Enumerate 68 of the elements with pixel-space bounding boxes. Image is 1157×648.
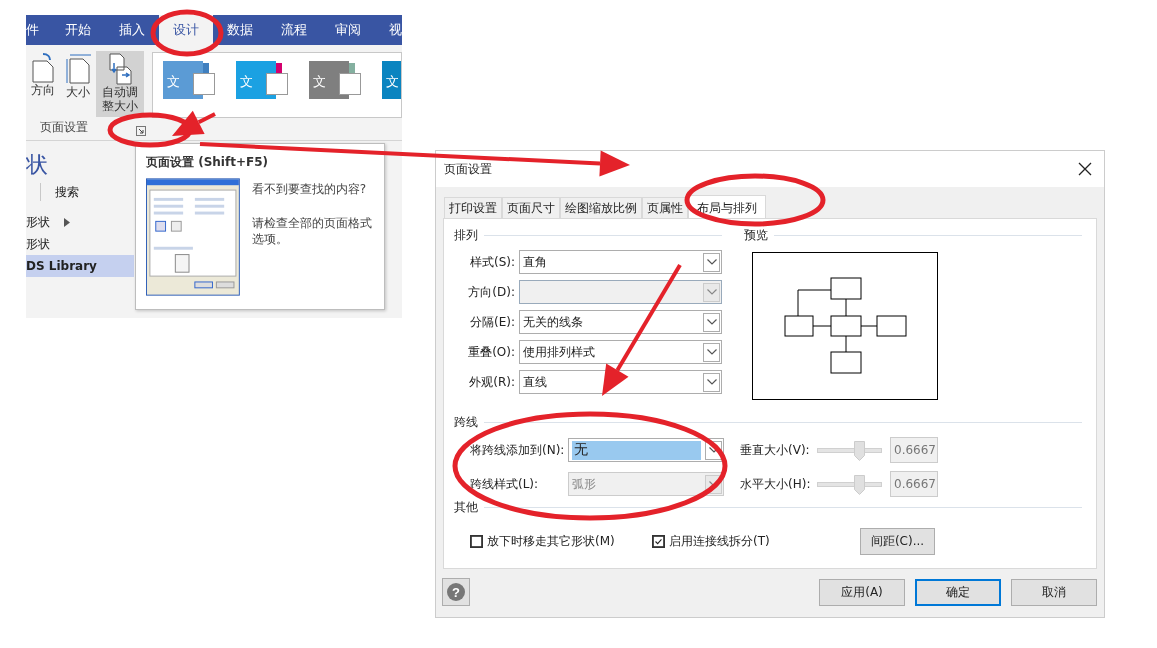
autofit-page-icon — [107, 53, 132, 85]
slider-thumb[interactable] — [853, 474, 865, 495]
section-heading: 预览 — [744, 227, 768, 244]
ribbon-button[interactable]: 自动调整大小 — [95, 51, 144, 117]
slider-thumb[interactable] — [853, 440, 865, 461]
section-heading: 排列 — [454, 227, 478, 244]
dialog-tab[interactable]: 绘图缩放比例 — [560, 197, 642, 218]
checkbox-icon[interactable] — [470, 535, 483, 548]
number-field[interactable]: 0.6667 — [890, 437, 938, 463]
field-label: 跨线样式(L): — [470, 475, 540, 493]
checkbox[interactable]: 启用连接线拆分(T) — [652, 533, 860, 550]
ribbon-tab[interactable]: 视 — [375, 15, 402, 45]
tooltip-text: 看不到要查找的内容? — [251, 181, 368, 197]
ribbon-button[interactable]: 方向 — [26, 51, 61, 117]
dialog-button[interactable]: 取消 — [1011, 578, 1097, 606]
field-label: 样式(S): — [468, 253, 515, 271]
chevron-down-icon — [706, 259, 717, 265]
field-label: 将跨线添加到(N): — [470, 441, 566, 459]
annotation-arrow — [172, 110, 216, 136]
dialog-tab[interactable]: 页属性 — [642, 197, 688, 218]
chevron-down-icon — [706, 349, 717, 355]
field-label: 方向(D): — [467, 283, 515, 301]
tooltip-text: 请检查全部的页面格式选项。 — [251, 215, 373, 247]
field-label: 分隔(E): — [469, 313, 515, 331]
dialog-tab[interactable]: 页面尺寸 — [502, 197, 560, 218]
checkbox[interactable]: 放下时移走其它形状(M) — [470, 533, 652, 550]
dialog-tab[interactable]: 打印设置 — [444, 197, 502, 218]
orientation-icon — [31, 53, 56, 83]
dropdown[interactable]: 无关的线条 — [519, 310, 722, 334]
dropdown[interactable]: 直角 — [519, 250, 722, 274]
ribbon-tab[interactable]: 审阅 — [321, 15, 375, 45]
pane-title: 状 — [26, 151, 48, 179]
chevron-down-icon — [706, 289, 717, 295]
field-label: 外观(R): — [468, 373, 515, 391]
dialog-title: 页面设置 — [444, 160, 492, 178]
ribbon-tab[interactable]: 流程 — [267, 15, 321, 45]
section-heading: 其他 — [454, 499, 478, 516]
page-size-icon — [65, 53, 92, 85]
dialog-tab[interactable]: 布局与排列 — [688, 195, 766, 218]
field-label: 垂直大小(V): — [740, 441, 811, 459]
ribbon-tab[interactable]: 件 — [26, 15, 51, 45]
search-tab[interactable]: 搜索 — [55, 183, 79, 201]
field-label: 重叠(O): — [467, 343, 515, 361]
dropdown[interactable]: 直线 — [519, 370, 722, 394]
close-icon[interactable] — [1078, 162, 1092, 176]
stencil-item[interactable]: DS Library — [26, 255, 134, 277]
group-label: 页面设置 — [40, 119, 88, 136]
spacing-button[interactable]: 间距(C)... — [860, 528, 935, 555]
checkbox-icon[interactable] — [652, 535, 665, 548]
tooltip-title: 页面设置 (Shift+F5) — [146, 154, 269, 171]
expand-arrow-icon — [64, 217, 70, 227]
dialog-launcher-icon[interactable] — [136, 126, 146, 136]
field-label: 水平大小(H): — [740, 475, 812, 493]
ribbon-tab[interactable]: 数据 — [213, 15, 267, 45]
ribbon-tab[interactable]: 设计 — [159, 15, 213, 45]
ribbon-tab[interactable]: 插入 — [105, 15, 159, 45]
stencil-item[interactable]: 形状 — [26, 211, 146, 233]
ribbon-button[interactable]: 大小 — [60, 51, 96, 117]
section-heading: 跨线 — [454, 414, 478, 431]
chevron-down-icon — [706, 379, 717, 385]
dropdown[interactable]: 使用排列样式 — [519, 340, 722, 364]
chevron-down-icon — [706, 319, 717, 325]
help-button[interactable]: ? — [442, 578, 470, 606]
ribbon-tab[interactable]: 开始 — [51, 15, 105, 45]
number-field[interactable]: 0.6667 — [890, 471, 938, 497]
dialog-button[interactable]: 应用(A) — [819, 578, 905, 606]
dropdown[interactable]: 无 — [568, 438, 724, 462]
dialog-button[interactable]: 确定 — [915, 578, 1001, 606]
